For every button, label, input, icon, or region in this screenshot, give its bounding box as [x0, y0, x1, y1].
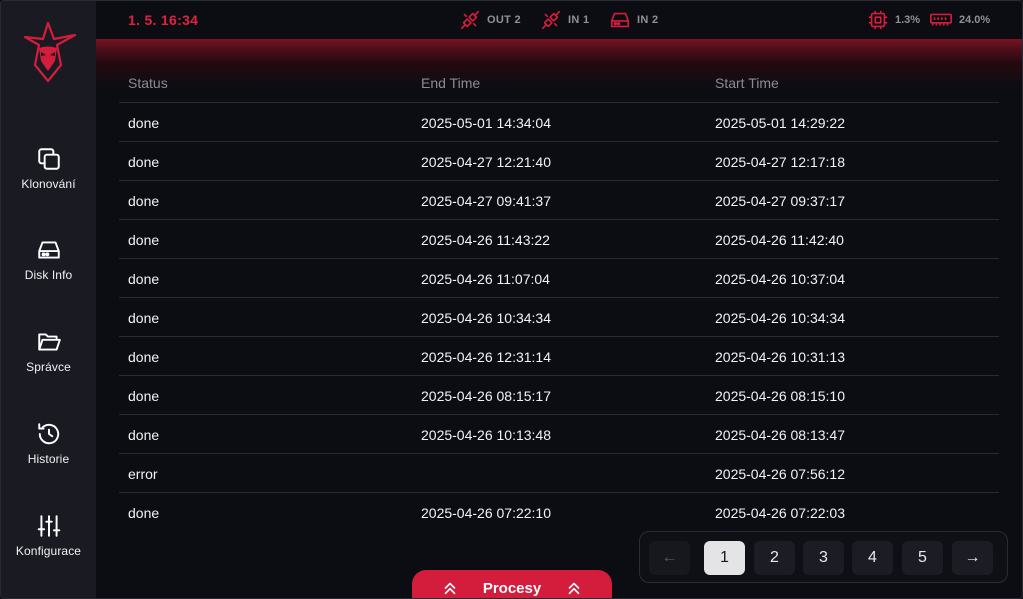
table-row[interactable]: error 2025-04-26 07:56:12: [119, 454, 999, 493]
sidebar-item-label: Správce: [26, 360, 71, 374]
table-row[interactable]: done 2025-05-01 14:34:04 2025-05-01 14:29:…: [119, 103, 999, 142]
sidebar-item-label: Klonování: [21, 177, 76, 191]
status-cell: done: [128, 154, 160, 170]
hard-drive-icon: [610, 12, 630, 28]
cpu-usage: 1.3%: [867, 9, 920, 31]
table-row[interactable]: done 2025-04-26 07:22:10 2025-04-26 07:22:…: [119, 493, 999, 532]
port-status-in2: IN 2: [609, 9, 658, 31]
end-time-cell: 2025-04-26 11:43:22: [421, 232, 550, 248]
port-label: IN 1: [568, 14, 590, 26]
double-chevron-up-icon: [568, 582, 580, 595]
sidebar-item-disk-info[interactable]: Disk Info: [1, 237, 96, 307]
end-time-cell: 2025-04-26 08:15:17: [421, 388, 551, 404]
double-chevron-up-icon: [444, 582, 456, 595]
hacker-mask-logo-icon: [23, 21, 77, 83]
table-row[interactable]: done 2025-04-27 12:21:40 2025-04-27 12:17:…: [119, 142, 999, 181]
sidebar-item-historie[interactable]: Historie: [1, 421, 96, 491]
pagination: ← 1 2 3 4 5 →: [639, 531, 1008, 583]
port-label: IN 2: [637, 14, 659, 26]
column-header-end-time[interactable]: End Time: [421, 75, 480, 91]
clock: 1. 5. 16:34: [128, 12, 199, 28]
page-button-2[interactable]: 2: [754, 541, 795, 575]
procesy-panel-toggle-button[interactable]: Procesy: [412, 570, 612, 598]
folder-open-icon: [37, 333, 61, 351]
column-header-status[interactable]: Status: [128, 75, 168, 91]
status-cell: done: [128, 271, 160, 287]
table-row[interactable]: done 2025-04-26 08:15:17 2025-04-26 08:15:…: [119, 376, 999, 415]
end-time-cell: 2025-04-26 12:31:14: [421, 349, 551, 365]
ram-usage: 24.0%: [929, 9, 990, 31]
page-button-3[interactable]: 3: [803, 541, 844, 575]
table-row[interactable]: done 2025-04-26 10:13:48 2025-04-26 08:13:…: [119, 415, 999, 454]
status-cell: done: [128, 310, 160, 326]
status-cell: done: [128, 427, 160, 443]
table-row[interactable]: done 2025-04-26 11:07:04 2025-04-26 10:37:…: [119, 259, 999, 298]
table-row[interactable]: done 2025-04-26 10:34:34 2025-04-26 10:34:…: [119, 298, 999, 337]
sidebar-item-konfigurace[interactable]: Konfigurace: [1, 513, 96, 583]
status-cell: done: [128, 115, 160, 131]
start-time-cell: 2025-04-26 07:56:12: [715, 466, 845, 482]
end-time-cell: 2025-04-27 12:21:40: [421, 154, 551, 170]
sidebar-item-label: Konfigurace: [15, 544, 82, 558]
port-status-in1: IN 1: [540, 9, 589, 31]
start-time-cell: 2025-04-26 08:15:10: [715, 388, 845, 404]
sidebar-item-label: Disk Info: [24, 268, 73, 282]
plug-disconnected-icon: [460, 10, 480, 30]
end-time-cell: 2025-04-27 09:41:37: [421, 193, 551, 209]
end-time-cell: 2025-04-26 10:34:34: [421, 310, 551, 326]
hard-drive-icon: [37, 241, 60, 259]
sidebar-item-klonovani[interactable]: Klonování: [1, 146, 96, 216]
process-history-table: Status End Time Start Time done 2025-05-0…: [119, 63, 999, 532]
status-cell: done: [128, 349, 160, 365]
ram-usage-value: 24.0%: [959, 14, 991, 26]
status-cell: done: [128, 505, 160, 521]
status-cell: error: [128, 466, 158, 482]
table-row[interactable]: done 2025-04-26 12:31:14 2025-04-26 10:31:…: [119, 337, 999, 376]
start-time-cell: 2025-04-26 10:31:13: [715, 349, 845, 365]
status-cell: done: [128, 193, 160, 209]
start-time-cell: 2025-04-26 10:37:04: [715, 271, 845, 287]
port-label: OUT 2: [487, 14, 521, 26]
cpu-usage-value: 1.3%: [895, 14, 921, 26]
end-time-cell: 2025-04-26 11:07:04: [421, 271, 550, 287]
column-header-start-time[interactable]: Start Time: [715, 75, 779, 91]
end-time-cell: 2025-04-26 07:22:10: [421, 505, 551, 521]
start-time-cell: 2025-04-27 12:17:18: [715, 154, 845, 170]
procesy-label: Procesy: [482, 579, 542, 597]
memory-module-icon: [930, 13, 952, 26]
start-time-cell: 2025-04-26 07:22:03: [715, 505, 845, 521]
table-header: Status End Time Start Time: [119, 63, 999, 103]
plug-disconnected-icon: [541, 10, 561, 30]
status-cell: done: [128, 388, 160, 404]
top-status-bar: 1. 5. 16:34 OUT 2 IN 1 IN 2 1.3% 24.0%: [96, 1, 1022, 39]
end-time-cell: 2025-05-01 14:34:04: [421, 115, 551, 131]
sidebar-item-spravce[interactable]: Správce: [1, 329, 96, 399]
table-body: done 2025-05-01 14:34:04 2025-05-01 14:29:…: [119, 103, 999, 532]
app-window: Klonování Disk Info Správce Historie Kon…: [0, 0, 1023, 599]
page-button-4[interactable]: 4: [852, 541, 893, 575]
start-time-cell: 2025-04-27 09:37:17: [715, 193, 845, 209]
start-time-cell: 2025-04-26 10:34:34: [715, 310, 845, 326]
start-time-cell: 2025-04-26 11:42:40: [715, 232, 844, 248]
table-row[interactable]: done 2025-04-26 11:43:22 2025-04-26 11:42:…: [119, 220, 999, 259]
start-time-cell: 2025-04-26 08:13:47: [715, 427, 845, 443]
next-page-button[interactable]: →: [952, 541, 993, 575]
cpu-chip-icon: [868, 10, 888, 30]
history-icon: [37, 423, 59, 445]
sliders-icon: [37, 515, 60, 537]
page-button-1[interactable]: 1: [704, 541, 745, 575]
status-cell: done: [128, 232, 160, 248]
sidebar: Klonování Disk Info Správce Historie Kon…: [1, 1, 96, 598]
copy-icon: [37, 148, 60, 170]
end-time-cell: 2025-04-26 10:13:48: [421, 427, 551, 443]
start-time-cell: 2025-05-01 14:29:22: [715, 115, 845, 131]
sidebar-item-label: Historie: [27, 452, 70, 466]
port-status-out2: OUT 2: [459, 9, 521, 31]
page-button-5[interactable]: 5: [902, 541, 943, 575]
prev-page-button[interactable]: ←: [649, 541, 690, 575]
table-row[interactable]: done 2025-04-27 09:41:37 2025-04-27 09:37:…: [119, 181, 999, 220]
